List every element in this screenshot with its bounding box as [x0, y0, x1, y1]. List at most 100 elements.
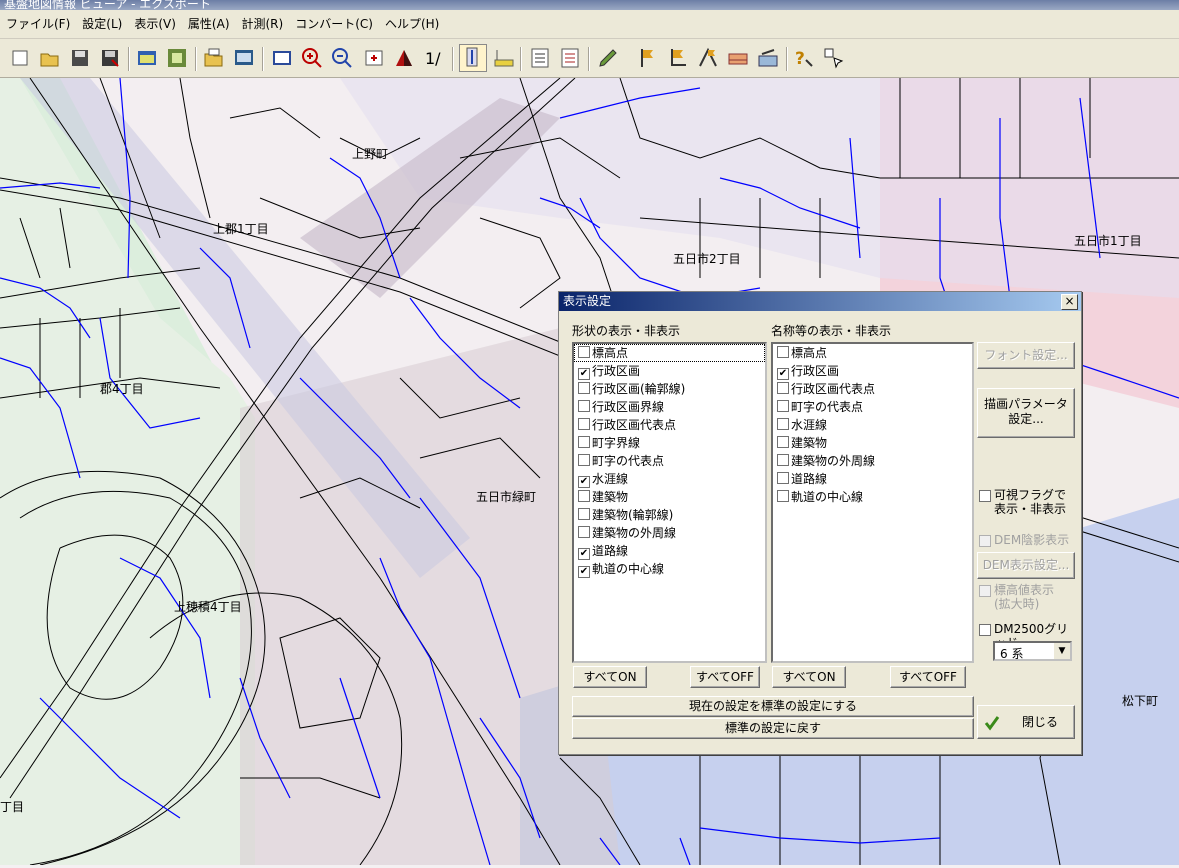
restore-default-button[interactable]: 標準の設定に戻す	[572, 718, 974, 739]
export-icon[interactable]	[232, 46, 256, 70]
checkbox[interactable]	[979, 585, 991, 597]
set-default-button[interactable]: 現在の設定を標準の設定にする	[572, 696, 974, 717]
checkbox[interactable]	[777, 436, 789, 448]
pan-vertical-icon[interactable]	[459, 44, 487, 72]
folder-open-icon[interactable]	[202, 46, 226, 70]
menu-view[interactable]: 表示(V)	[128, 10, 182, 38]
name-visibility-list[interactable]: 標高点 ✔ 行政区画 行政区画代表点 町字の代表点 水涯線 建築物 建築物の外周線 道路線 軌道の…	[771, 342, 974, 663]
checkbox[interactable]	[578, 382, 590, 394]
open-icon[interactable]	[38, 46, 62, 70]
menu-measure[interactable]: 計測(R)	[236, 10, 290, 38]
name-list-item[interactable]: 標高点	[773, 344, 972, 362]
checkbox[interactable]: ✔	[578, 548, 590, 560]
visible-flag-checkbox[interactable]: 可視フラグで 表示・非表示	[979, 488, 1077, 520]
menu-file[interactable]: ファイル(F)	[0, 10, 76, 38]
checkbox[interactable]	[777, 418, 789, 430]
checkbox[interactable]	[578, 508, 590, 520]
checkbox[interactable]	[578, 346, 590, 358]
checkbox[interactable]	[979, 624, 991, 636]
flag3-icon[interactable]	[696, 46, 720, 70]
shape-all-on-button[interactable]: すべてON	[573, 666, 647, 688]
list-icon[interactable]	[528, 46, 552, 70]
select-rect-icon[interactable]	[270, 46, 294, 70]
name-list-item[interactable]: 軌道の中心線	[773, 488, 972, 506]
checkbox[interactable]	[979, 490, 991, 502]
name-list-item[interactable]: 建築物の外周線	[773, 452, 972, 470]
shape-all-off-button[interactable]: すべてOFF	[690, 666, 760, 688]
checkbox[interactable]	[777, 400, 789, 412]
help-icon[interactable]: ?	[792, 46, 816, 70]
shape-list-item[interactable]: 行政区画(輪郭線)	[574, 380, 765, 398]
checkbox[interactable]: ✔	[777, 368, 789, 380]
dem-shading-checkbox[interactable]: DEM陰影表示	[979, 533, 1077, 549]
shape-list-item[interactable]: ✔ 道路線	[574, 542, 765, 560]
checkbox[interactable]	[777, 490, 789, 502]
shape-list-item[interactable]: 町字の代表点	[574, 452, 765, 470]
list2-icon[interactable]	[558, 46, 582, 70]
pen-icon[interactable]	[596, 46, 620, 70]
shape-list-item[interactable]: 建築物(輪郭線)	[574, 506, 765, 524]
font-settings-button[interactable]: フォント設定...	[977, 342, 1075, 369]
cursor-icon[interactable]	[822, 46, 846, 70]
checkbox[interactable]	[578, 490, 590, 502]
scale-icon[interactable]: 1/	[422, 46, 446, 70]
new-icon[interactable]	[8, 46, 32, 70]
grid-icon[interactable]	[165, 46, 189, 70]
checkbox[interactable]	[777, 454, 789, 466]
shape-list-item[interactable]: 行政区画界線	[574, 398, 765, 416]
dem-settings-button[interactable]: DEM表示設定...	[977, 552, 1075, 579]
shape-list-item[interactable]: 町字界線	[574, 434, 765, 452]
name-list-item[interactable]: ✔ 行政区画	[773, 362, 972, 380]
name-all-off-button[interactable]: すべてOFF	[890, 666, 966, 688]
checkbox[interactable]	[777, 382, 789, 394]
name-list-item[interactable]: 建築物	[773, 434, 972, 452]
checkbox[interactable]	[578, 454, 590, 466]
checkbox[interactable]	[578, 436, 590, 448]
zoom-fit-icon[interactable]	[362, 46, 386, 70]
shape-list-item[interactable]: ✔ 水涯線	[574, 470, 765, 488]
flag-icon[interactable]	[636, 46, 660, 70]
shape-list-item[interactable]: ✔ 行政区画	[574, 362, 765, 380]
dialog-title-bar[interactable]: 表示設定 ×	[559, 292, 1081, 311]
zoom-in-icon[interactable]	[300, 46, 324, 70]
checkbox[interactable]: ✔	[578, 368, 590, 380]
area-icon[interactable]	[726, 46, 750, 70]
shape-list-item[interactable]: 標高点	[574, 344, 765, 362]
draw-parameters-button[interactable]: 描画パラメータ 設定...	[977, 388, 1075, 438]
shape-list-item[interactable]: 建築物の外周線	[574, 524, 765, 542]
checkbox[interactable]	[578, 418, 590, 430]
checkbox[interactable]: ✔	[578, 566, 590, 578]
checkbox[interactable]	[578, 526, 590, 538]
menu-help[interactable]: ヘルプ(H)	[379, 10, 445, 38]
name-list-item[interactable]: 町字の代表点	[773, 398, 972, 416]
checkbox[interactable]	[777, 472, 789, 484]
chevron-down-icon[interactable]: ▼	[1053, 643, 1070, 659]
area2-icon[interactable]	[756, 46, 780, 70]
name-list-item[interactable]: 道路線	[773, 470, 972, 488]
name-all-on-button[interactable]: すべてON	[772, 666, 846, 688]
menu-attribute[interactable]: 属性(A)	[182, 10, 236, 38]
north-arrow-icon[interactable]	[392, 46, 416, 70]
name-list-item[interactable]: 水涯線	[773, 416, 972, 434]
checkbox[interactable]: ✔	[578, 476, 590, 488]
dm-grid-checkbox[interactable]: DM2500グリッド	[979, 622, 1077, 650]
menu-settings[interactable]: 設定(L)	[76, 10, 128, 38]
shape-list-item[interactable]: 建築物	[574, 488, 765, 506]
layer-icon[interactable]	[135, 46, 159, 70]
name-list-item[interactable]: 行政区画代表点	[773, 380, 972, 398]
shape-list-item[interactable]: ✔ 軌道の中心線	[574, 560, 765, 578]
checkbox[interactable]	[777, 346, 789, 358]
save-icon[interactable]	[68, 46, 92, 70]
elevation-display-checkbox[interactable]: 標高値表示 (拡大時)	[979, 583, 1077, 615]
shape-list-item[interactable]: 行政区画代表点	[574, 416, 765, 434]
shape-visibility-list[interactable]: 標高点 ✔ 行政区画 行政区画(輪郭線) 行政区画界線 行政区画代表点 町字界線 町字の代表点…	[572, 342, 767, 663]
close-button[interactable]: 閉じる	[977, 705, 1075, 739]
ruler-icon[interactable]	[492, 46, 516, 70]
close-icon[interactable]: ×	[1061, 294, 1078, 310]
zoom-out-icon[interactable]	[330, 46, 354, 70]
save-as-icon[interactable]	[98, 46, 122, 70]
checkbox[interactable]	[578, 400, 590, 412]
checkbox[interactable]	[979, 535, 991, 547]
menu-convert[interactable]: コンバート(C)	[289, 10, 379, 38]
flag2-icon[interactable]	[666, 46, 690, 70]
